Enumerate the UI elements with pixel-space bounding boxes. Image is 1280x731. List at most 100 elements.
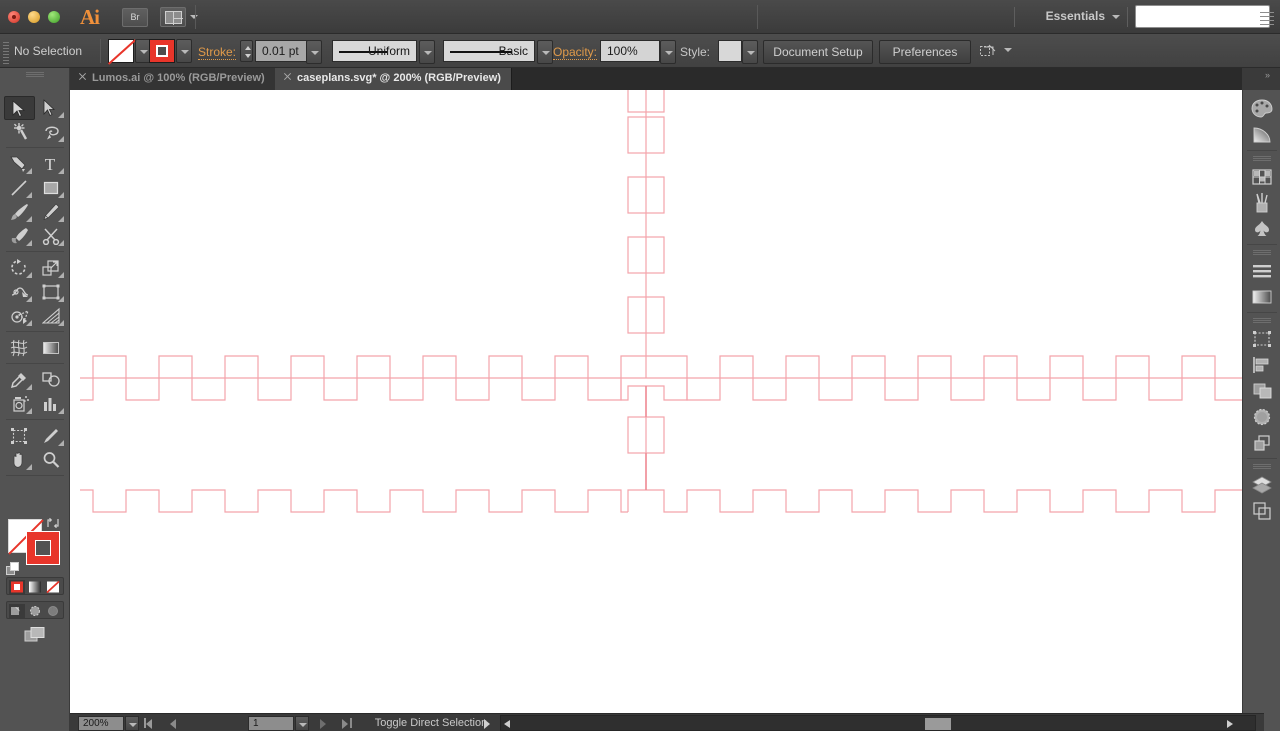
zoom-level-field[interactable]: 200% [78, 716, 124, 731]
transparency-panel[interactable] [1250, 406, 1274, 430]
scale-tool[interactable] [36, 256, 67, 280]
status-menu-button[interactable] [484, 719, 490, 729]
swap-fill-stroke-icon[interactable] [46, 516, 60, 529]
first-artboard-button[interactable] [146, 719, 152, 729]
previous-artboard-button[interactable] [170, 719, 176, 729]
close-icon[interactable] [283, 73, 291, 81]
type-tool[interactable]: T [36, 152, 67, 176]
dock-collapse-icon[interactable]: » [1265, 70, 1270, 80]
document-badge-dropdown[interactable] [1002, 44, 1014, 56]
minimize-window-button[interactable] [28, 11, 40, 23]
zoom-window-button[interactable] [48, 11, 60, 23]
graphic-style-swatch[interactable] [718, 40, 742, 62]
eyedropper-tool[interactable] [4, 368, 35, 392]
artboard-number-dropdown[interactable] [295, 716, 309, 731]
lasso-tool[interactable] [36, 120, 67, 144]
rectangle-tool[interactable] [36, 176, 67, 200]
workspace-switcher[interactable]: Essentials [1046, 9, 1105, 23]
stroke-weight-stepper[interactable] [240, 40, 253, 62]
scissors-tool[interactable] [36, 224, 67, 248]
symbol-sprayer-tool[interactable] [4, 392, 35, 416]
blob-brush-tool[interactable] [4, 224, 35, 248]
close-icon[interactable] [78, 73, 86, 81]
zoom-tool[interactable] [36, 448, 67, 472]
tools-panel-grip[interactable] [26, 72, 44, 77]
column-graph-tool[interactable] [36, 392, 67, 416]
swatches-panel[interactable] [1250, 166, 1274, 190]
brush-dropdown[interactable] [537, 40, 553, 64]
transform-panel[interactable] [1250, 328, 1274, 352]
gradient-tool[interactable] [36, 336, 67, 360]
document-badge-icon[interactable] [980, 44, 996, 58]
stroke-swatch-dropdown[interactable] [176, 39, 192, 63]
gradient-mode-button[interactable] [27, 580, 43, 594]
canvas-horizontal-scrollbar[interactable] [500, 715, 1256, 731]
artboard-tool[interactable] [4, 424, 35, 448]
artboards-panel[interactable] [1250, 500, 1274, 524]
color-panel[interactable] [1250, 98, 1274, 122]
brush-combo[interactable]: Basic [443, 40, 535, 62]
control-bar-menu-icon[interactable] [1260, 12, 1274, 28]
tab-lumos-ai[interactable]: Lumos.ai @ 100% (RGB/Preview) [70, 68, 276, 90]
brushes-panel[interactable] [1250, 192, 1274, 216]
opacity-field[interactable]: 100% [600, 40, 660, 62]
stroke-panel[interactable] [1250, 260, 1274, 284]
bridge-button[interactable]: Br [122, 8, 148, 27]
zoom-level-dropdown[interactable] [125, 716, 139, 731]
color-guide-panel[interactable] [1250, 124, 1274, 148]
shape-builder-tool[interactable] [4, 304, 35, 328]
mesh-tool[interactable] [4, 336, 35, 360]
document-canvas[interactable] [70, 90, 1264, 713]
fill-color-swatch[interactable] [108, 39, 134, 63]
stroke-swatch[interactable] [26, 531, 60, 565]
perspective-grid-tool[interactable] [36, 304, 67, 328]
dock-group-grip[interactable] [1253, 464, 1271, 469]
pencil-tool[interactable] [36, 200, 67, 224]
stroke-profile-dropdown[interactable] [419, 40, 435, 64]
pathfinder-panel[interactable] [1250, 380, 1274, 404]
layers-panel[interactable] [1250, 474, 1274, 498]
scroll-left-icon[interactable] [504, 720, 510, 728]
draw-normal-button[interactable] [9, 604, 25, 618]
draw-behind-button[interactable] [27, 604, 43, 618]
stroke-weight-label[interactable]: Stroke: [198, 45, 237, 60]
opacity-label[interactable]: Opacity: [553, 45, 598, 60]
gradient-panel[interactable] [1250, 286, 1274, 310]
scroll-right-icon[interactable] [1227, 720, 1233, 728]
pen-tool[interactable] [4, 152, 35, 176]
graphic-style-dropdown[interactable] [742, 40, 758, 64]
preferences-button[interactable]: Preferences [879, 40, 971, 64]
dock-group-grip[interactable] [1253, 318, 1271, 323]
dock-group-grip[interactable] [1253, 156, 1271, 161]
paintbrush-tool[interactable] [4, 200, 35, 224]
document-setup-button[interactable]: Document Setup [763, 40, 873, 64]
selection-tool[interactable] [4, 96, 35, 120]
appearance-panel[interactable] [1250, 432, 1274, 456]
horizontal-scroll-thumb[interactable] [925, 718, 951, 730]
direct-selection-tool[interactable] [36, 96, 67, 120]
blend-tool[interactable] [36, 368, 67, 392]
default-fill-stroke-icon[interactable] [6, 562, 20, 576]
control-bar-grip[interactable] [3, 42, 9, 64]
stroke-profile-combo[interactable]: Uniform [332, 40, 417, 62]
stroke-weight-dropdown[interactable] [306, 40, 322, 64]
artboard-number-field[interactable]: 1 [248, 716, 294, 731]
width-tool[interactable] [4, 280, 35, 304]
close-window-button[interactable] [8, 11, 20, 23]
arrange-documents-button[interactable] [160, 7, 186, 27]
hand-tool[interactable] [4, 448, 35, 472]
screen-mode-button[interactable] [24, 626, 46, 644]
symbols-panel[interactable] [1250, 218, 1274, 242]
none-mode-button[interactable] [45, 580, 61, 594]
dock-group-grip[interactable] [1253, 250, 1271, 255]
draw-inside-button[interactable] [45, 604, 61, 618]
align-panel[interactable] [1250, 354, 1274, 378]
line-segment-tool[interactable] [4, 176, 35, 200]
arrange-caret-icon[interactable] [190, 15, 198, 19]
free-transform-tool[interactable] [36, 280, 67, 304]
slice-tool[interactable] [36, 424, 67, 448]
color-mode-button[interactable] [9, 580, 25, 594]
search-input[interactable] [1135, 5, 1270, 28]
tab-caseplans-svg[interactable]: caseplans.svg* @ 200% (RGB/Preview) [275, 68, 512, 90]
rotate-tool[interactable] [4, 256, 35, 280]
